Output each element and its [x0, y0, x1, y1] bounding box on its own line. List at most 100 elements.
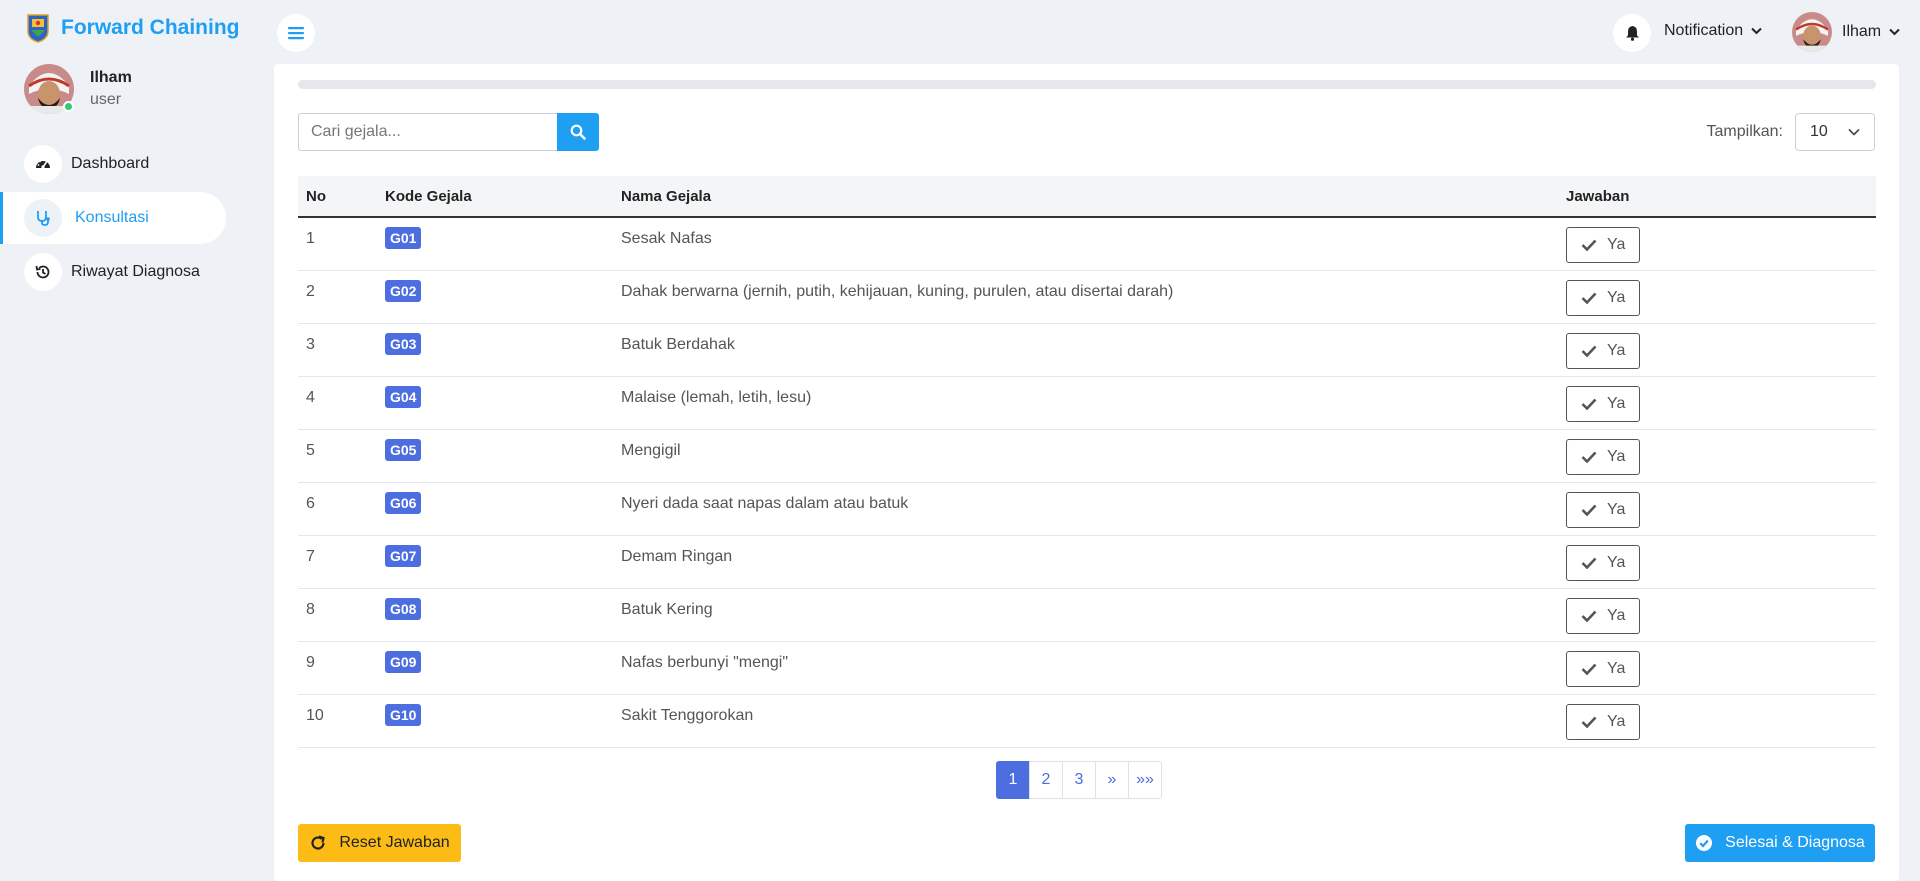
search-button[interactable]: [557, 113, 599, 151]
check-icon: [1581, 239, 1597, 251]
page-link[interactable]: 1: [996, 761, 1030, 799]
sidebar-item-label: Dashboard: [71, 155, 150, 172]
table-row: 2 G02 Dahak berwarna (jernih, putih, kehij…: [298, 270, 1876, 323]
symptom-name: Nafas berbunyi "mengi": [621, 653, 788, 671]
chevron-down-icon: [1889, 28, 1900, 36]
table-row: 1 G01 Sesak Nafas Ya: [298, 217, 1876, 270]
answer-yes-label: Ya: [1607, 500, 1626, 518]
answer-yes-button[interactable]: Ya: [1566, 650, 1640, 687]
search-group: [298, 113, 599, 151]
answer-yes-label: Ya: [1607, 341, 1626, 359]
page-link[interactable]: 2: [1029, 761, 1063, 799]
row-number: 4: [306, 388, 315, 406]
answer-yes-button[interactable]: Ya: [1566, 544, 1640, 581]
check-icon: [1581, 557, 1597, 569]
brand[interactable]: Forward Chaining: [26, 12, 240, 44]
answer-yes-label: Ya: [1607, 288, 1626, 306]
symptom-code-badge: G04: [385, 385, 422, 408]
hamburger-icon: [288, 27, 304, 40]
chevron-down-icon: [1848, 128, 1860, 136]
page-link[interactable]: 3: [1062, 761, 1096, 799]
answer-yes-button[interactable]: Ya: [1566, 703, 1640, 740]
table-row: 9 G09 Nafas berbunyi "mengi" Ya: [298, 641, 1876, 694]
symptom-name: Batuk Berdahak: [621, 335, 735, 353]
table-row: 7 G07 Demam Ringan Ya: [298, 535, 1876, 588]
symptom-table: No Kode Gejala Nama Gejala Jawaban 1 G01 S…: [298, 176, 1876, 748]
symptom-name: Demam Ringan: [621, 547, 733, 565]
symptom-name: Sakit Tenggorokan: [621, 706, 754, 724]
notification-label: Notification: [1664, 22, 1744, 39]
menu-toggle-button[interactable]: [277, 14, 315, 52]
answer-yes-button[interactable]: Ya: [1566, 385, 1640, 422]
row-number: 8: [306, 600, 315, 618]
reset-answers-button[interactable]: Reset Jawaban: [298, 824, 461, 862]
progress-bar: [298, 80, 1876, 89]
check-icon: [1581, 716, 1597, 728]
symptom-name: Malaise (lemah, letih, lesu): [621, 388, 812, 406]
notification-dropdown[interactable]: Notification: [1664, 22, 1762, 40]
column-header-no: No: [306, 187, 326, 205]
answer-yes-button[interactable]: Ya: [1566, 332, 1640, 369]
row-number: 5: [306, 441, 315, 459]
symptom-name: Batuk Kering: [621, 600, 713, 618]
speedometer-icon: [24, 145, 62, 183]
sidebar-item-konsultasi[interactable]: Konsultasi: [0, 192, 226, 244]
table-row: 10 G10 Sakit Tenggorokan Ya: [298, 694, 1876, 747]
table-header-row: No Kode Gejala Nama Gejala Jawaban: [298, 176, 1876, 217]
answer-yes-button[interactable]: Ya: [1566, 227, 1640, 263]
symptom-code-badge: G01: [385, 227, 422, 249]
top-user-name: Ilham: [1842, 23, 1882, 40]
symptom-code-badge: G07: [385, 544, 422, 567]
page-size-select[interactable]: 10: [1795, 113, 1875, 151]
page-size-label: Tampilkan:: [1706, 123, 1783, 140]
answer-yes-button[interactable]: Ya: [1566, 438, 1640, 475]
finish-diagnose-label: Selesai & Diagnosa: [1725, 834, 1865, 851]
history-icon: [24, 253, 62, 291]
sidebar-item-dashboard[interactable]: Dashboard: [0, 138, 226, 190]
symptom-name: Nyeri dada saat napas dalam atau batuk: [621, 494, 909, 512]
brand-logo-icon: [27, 14, 49, 43]
answer-yes-label: Ya: [1607, 553, 1626, 571]
sidebar-user-name: Ilham: [90, 69, 132, 86]
answer-yes-label: Ya: [1607, 659, 1626, 677]
sidebar-item-label: Riwayat Diagnosa: [71, 263, 200, 280]
sidebar-user-panel: Ilham user: [24, 64, 132, 114]
notification-bell-button[interactable]: [1613, 14, 1651, 52]
symptom-code-badge: G03: [385, 332, 422, 355]
answer-yes-label: Ya: [1607, 236, 1626, 253]
answer-yes-label: Ya: [1607, 712, 1626, 730]
row-number: 9: [306, 653, 315, 671]
table-row: 4 G04 Malaise (lemah, letih, lesu) Ya: [298, 376, 1876, 429]
user-menu-dropdown[interactable]: Ilham: [1792, 12, 1900, 52]
pagination: 1 2 3»»»: [996, 761, 1162, 799]
check-icon: [1581, 504, 1597, 516]
row-number: 1: [306, 230, 315, 247]
check-icon: [1581, 610, 1597, 622]
sidebar-item-riwayat-diagnosa[interactable]: Riwayat Diagnosa: [0, 246, 226, 298]
refresh-icon: [311, 835, 326, 850]
table-row: 3 G03 Batuk Berdahak Ya: [298, 323, 1876, 376]
symptom-name: Dahak berwarna (jernih, putih, kehijauan…: [621, 282, 1174, 300]
search-input[interactable]: [298, 113, 557, 151]
row-number: 6: [306, 494, 315, 512]
column-header-jawaban: Jawaban: [1566, 187, 1630, 205]
symptom-code-badge: G05: [385, 438, 422, 461]
column-header-nama: Nama Gejala: [621, 187, 712, 205]
topbar: Notification Ilham: [250, 0, 1920, 64]
answer-yes-button[interactable]: Ya: [1566, 597, 1640, 634]
chevron-down-icon: [1751, 27, 1762, 35]
row-number: 3: [306, 335, 315, 353]
check-icon: [1581, 345, 1597, 357]
check-icon: [1581, 663, 1597, 675]
row-number: 7: [306, 547, 315, 565]
answer-yes-button[interactable]: Ya: [1566, 491, 1640, 528]
symptom-name: Sesak Nafas: [621, 230, 712, 247]
stethoscope-icon: [24, 199, 62, 237]
page-link[interactable]: »: [1095, 761, 1129, 799]
check-icon: [1581, 451, 1597, 463]
consultation-card: Tampilkan: 10 No Kode Gejala Nama Gejala…: [274, 64, 1899, 881]
finish-diagnose-button[interactable]: Selesai & Diagnosa: [1685, 824, 1875, 862]
answer-yes-button[interactable]: Ya: [1566, 279, 1640, 316]
page-link[interactable]: »»: [1128, 761, 1162, 799]
sidebar-nav: Dashboard Konsultasi Riwayat Diagnosa: [0, 138, 250, 300]
